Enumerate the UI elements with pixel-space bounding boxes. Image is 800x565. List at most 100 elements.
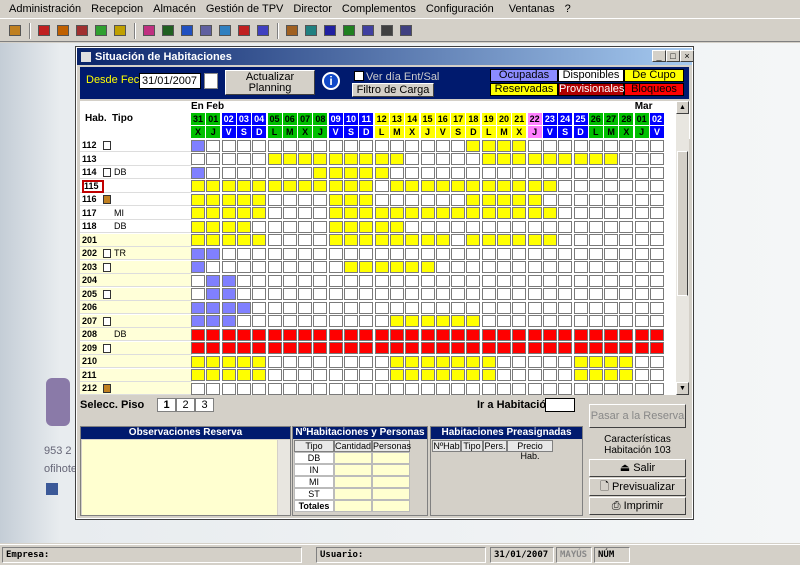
day-cell[interactable] [650,234,664,246]
day-cell-reserved[interactable] [389,261,404,273]
maximize-button[interactable]: □ [666,50,680,62]
day-cell[interactable] [573,139,588,152]
day-cell[interactable] [252,234,267,246]
day-cell-reserved[interactable] [527,207,542,219]
day-cell[interactable] [298,342,313,354]
day-cell[interactable] [527,247,542,260]
day-cell[interactable] [206,207,221,219]
day-cell[interactable] [512,288,527,300]
close-button[interactable]: × [680,50,694,62]
day-cell[interactable] [252,288,267,300]
day-cell[interactable] [512,301,527,314]
day-cell-reserved[interactable] [435,315,450,327]
day-cell[interactable] [481,301,496,314]
day-cell[interactable] [573,261,588,273]
day-cell[interactable] [359,153,374,165]
day-cell-reserved[interactable] [374,166,389,179]
day-cell[interactable] [451,328,466,341]
day-cell[interactable] [604,301,619,314]
day-cell[interactable] [573,193,588,206]
floor-1-button[interactable]: 1 [157,398,176,412]
day-cell[interactable] [328,382,343,395]
day-cell-reserved[interactable] [512,139,527,152]
day-cell[interactable] [252,139,267,152]
day-cell[interactable] [634,166,649,179]
day-cell[interactable] [191,382,205,395]
day-cell[interactable] [588,153,603,165]
day-cell[interactable] [588,382,603,395]
day-cell[interactable] [282,180,297,192]
day-cell-reserved[interactable] [512,153,527,165]
persons-cell[interactable] [372,476,410,488]
day-cell[interactable] [573,274,588,287]
day-cell[interactable] [466,342,481,354]
day-cell-reserved[interactable] [451,207,466,219]
day-cell-reserved[interactable] [389,220,404,233]
day-cell[interactable] [389,247,404,260]
day-cell[interactable] [497,301,511,314]
day-cell-reserved[interactable] [405,234,420,246]
day-cell-reserved[interactable] [389,369,404,381]
day-cell[interactable] [282,315,297,327]
day-cell[interactable] [359,139,374,152]
day-cell[interactable] [588,342,603,354]
day-cell[interactable] [344,274,358,287]
day-cell[interactable] [435,139,450,152]
day-cell[interactable] [328,315,343,327]
day-cell[interactable] [221,369,236,381]
day-cell-reserved[interactable] [588,369,603,381]
day-cell[interactable] [236,234,251,246]
day-cell[interactable] [206,180,221,192]
day-cell[interactable] [619,328,634,341]
day-cell[interactable] [298,328,313,341]
day-cell[interactable] [497,315,511,327]
day-cell[interactable] [542,342,557,354]
day-cell[interactable] [650,274,664,287]
day-cell-reserved[interactable] [389,355,404,368]
day-cell[interactable] [481,274,496,287]
day-cell-reserved[interactable] [420,234,435,246]
room-number[interactable]: 113 [82,153,97,166]
day-cell[interactable] [267,274,282,287]
day-cell[interactable] [588,301,603,314]
day-cell[interactable] [466,288,481,300]
day-cell[interactable] [481,166,496,179]
room-number[interactable]: 114 [82,166,97,179]
day-cell-reserved[interactable] [497,193,511,206]
day-cell[interactable] [191,355,205,368]
scroll-thumb[interactable] [677,151,688,296]
day-cell[interactable] [573,153,588,165]
day-cell[interactable] [573,328,588,341]
day-cell[interactable] [206,166,221,179]
day-cell[interactable] [619,193,634,206]
day-cell[interactable] [558,342,573,354]
day-cell[interactable] [634,180,649,192]
day-cell[interactable] [267,247,282,260]
day-cell[interactable] [359,274,374,287]
day-cell[interactable] [420,382,435,395]
day-cell[interactable] [236,153,251,165]
day-cell[interactable] [236,166,251,179]
day-cell[interactable] [634,315,649,327]
day-cell[interactable] [221,166,236,179]
day-cell[interactable] [282,382,297,395]
room-number[interactable]: 204 [82,274,97,287]
day-cell[interactable] [497,328,511,341]
day-cell[interactable] [650,139,664,152]
day-cell[interactable] [558,355,573,368]
day-cell-reserved[interactable] [466,139,481,152]
day-cell[interactable] [650,355,664,368]
day-cell[interactable] [435,342,450,354]
day-cell[interactable] [374,382,389,395]
menu-item-0[interactable]: Administración [9,3,81,15]
day-cell[interactable] [497,274,511,287]
day-cell[interactable] [573,180,588,192]
quantity-cell[interactable] [334,452,372,464]
day-cell[interactable] [435,193,450,206]
day-cell[interactable] [405,153,420,165]
day-cell[interactable] [497,166,511,179]
day-cell[interactable] [344,153,358,165]
day-cell-reserved[interactable] [435,355,450,368]
day-cell[interactable] [466,301,481,314]
day-cell[interactable] [389,139,404,152]
